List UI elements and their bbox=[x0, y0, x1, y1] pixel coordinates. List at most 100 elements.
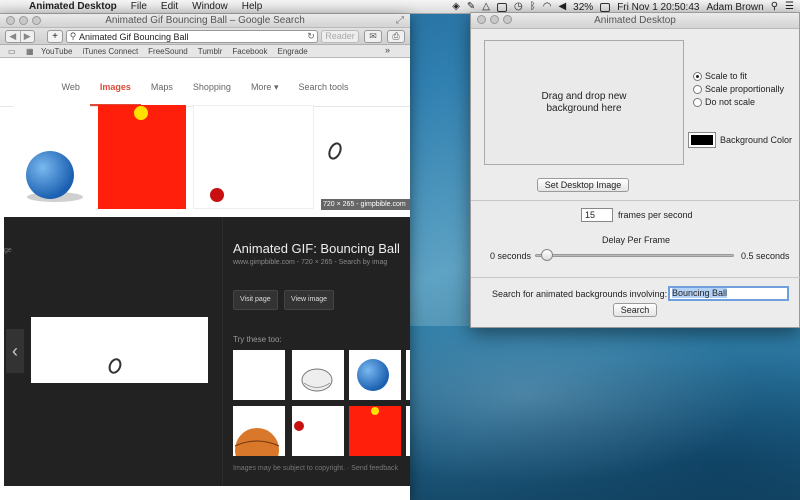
reading-list-icon[interactable]: ▭ bbox=[8, 47, 18, 56]
panel-divider bbox=[222, 217, 223, 486]
tab-more[interactable]: More ▾ bbox=[241, 72, 289, 106]
yellow-ball-small bbox=[371, 407, 379, 415]
image-result-red-yellow-ball[interactable] bbox=[98, 105, 186, 209]
menu-app-name[interactable]: Animated Desktop bbox=[22, 1, 124, 12]
view-image-button[interactable]: View image bbox=[284, 290, 335, 310]
menu-help[interactable]: Help bbox=[235, 1, 270, 12]
set-desktop-image-button[interactable]: Set Desktop Image bbox=[537, 178, 629, 192]
tab-search-tools[interactable]: Search tools bbox=[288, 72, 358, 106]
tab-maps[interactable]: Maps bbox=[141, 72, 183, 106]
red-ball-image bbox=[210, 188, 224, 202]
radio-scale-proportionally[interactable]: Scale proportionally bbox=[693, 83, 784, 95]
blue-ball-small bbox=[357, 359, 389, 391]
related-image-5[interactable] bbox=[233, 406, 285, 456]
search-button[interactable]: Search bbox=[613, 303, 657, 317]
radio-empty-icon bbox=[693, 97, 702, 107]
bookmark-freesound[interactable]: FreeSound bbox=[143, 47, 193, 56]
try-these-heading: Try these too: bbox=[233, 335, 282, 344]
search-prompt: Search for animated backgrounds involvin… bbox=[492, 289, 668, 299]
print-button[interactable]: ⎙ bbox=[387, 30, 405, 43]
yellow-ball-image bbox=[134, 106, 148, 120]
address-bar[interactable]: ⚲ Animated Gif Bouncing Ball ↻ bbox=[66, 30, 318, 43]
clock[interactable]: Fri Nov 1 20:50:43 bbox=[617, 2, 699, 13]
bookmark-youtube[interactable]: YouTube bbox=[36, 47, 77, 56]
window-icon[interactable] bbox=[497, 2, 507, 12]
radio-scale-to-fit[interactable]: Scale to fit bbox=[693, 70, 784, 82]
fps-label: frames per second bbox=[618, 210, 693, 220]
menu-file[interactable]: File bbox=[124, 1, 154, 12]
related-image-6[interactable] bbox=[292, 406, 344, 456]
previous-arrow-icon[interactable]: ‹ bbox=[6, 329, 24, 373]
preview-image[interactable] bbox=[31, 317, 208, 383]
delay-slider-knob[interactable] bbox=[540, 249, 553, 261]
search-field-text: Bouncing Ball bbox=[672, 288, 728, 298]
search-icon: ⚲ bbox=[69, 31, 77, 41]
radio-do-not-scale[interactable]: Do not scale bbox=[693, 96, 784, 108]
slider-min-label: 0 seconds bbox=[490, 251, 532, 261]
radio-label: Do not scale bbox=[705, 97, 756, 107]
bookmark-itunes-connect[interactable]: iTunes Connect bbox=[77, 47, 143, 56]
search-field[interactable]: Bouncing Ball bbox=[668, 286, 789, 301]
tab-images[interactable]: Images bbox=[89, 72, 141, 106]
image-result-gimpbible[interactable]: 720 × 265 - gimpbible.com bbox=[321, 114, 410, 210]
top-sites-icon[interactable]: ▦ bbox=[26, 47, 36, 56]
tab-web[interactable]: Web bbox=[52, 72, 90, 106]
app-window-title: Animated Desktop bbox=[594, 15, 676, 26]
back-button[interactable]: ◀ bbox=[6, 31, 21, 42]
battery-icon[interactable] bbox=[600, 2, 611, 12]
reload-icon[interactable]: ↻ bbox=[305, 31, 317, 42]
fullscreen-icon[interactable]: ⤢ bbox=[396, 15, 404, 26]
related-image-1[interactable] bbox=[233, 350, 285, 400]
related-image-8[interactable] bbox=[406, 406, 410, 456]
background-color-label: Background Color bbox=[720, 135, 793, 145]
browser-titlebar[interactable]: Animated Gif Bouncing Ball – Google Sear… bbox=[0, 14, 410, 28]
separator bbox=[471, 277, 800, 278]
background-color-well[interactable] bbox=[688, 132, 716, 148]
share-button[interactable]: ✉ bbox=[364, 30, 382, 43]
user-name[interactable]: Adam Brown bbox=[706, 2, 763, 13]
related-image-2[interactable] bbox=[292, 350, 344, 400]
wallpaper-ocean bbox=[410, 326, 800, 500]
thumb-caption: 720 × 265 - gimpbible.com bbox=[321, 199, 410, 210]
bookmark-engrade[interactable]: Engrade bbox=[273, 47, 313, 56]
bookmarks-bar: ▭ ▦ YouTube iTunes Connect FreeSound Tum… bbox=[0, 45, 410, 58]
cropped-text: ge bbox=[4, 247, 12, 254]
ring-ball-image bbox=[328, 142, 342, 160]
basketball-image bbox=[234, 428, 280, 456]
menu-window[interactable]: Window bbox=[185, 1, 235, 12]
battery-percent[interactable]: 32% bbox=[573, 2, 593, 13]
related-image-7[interactable] bbox=[349, 406, 401, 456]
color-swatch bbox=[691, 135, 713, 145]
radio-label: Scale proportionally bbox=[705, 84, 785, 94]
dropbox-icon[interactable]: ◈ bbox=[452, 1, 460, 13]
tab-shopping[interactable]: Shopping bbox=[183, 72, 241, 106]
browser-window-title: Animated Gif Bouncing Ball – Google Sear… bbox=[105, 15, 305, 26]
browser-toolbar: ◀ ▶ + ⚲ Animated Gif Bouncing Ball ↻ Rea… bbox=[0, 28, 410, 45]
visit-page-button[interactable]: Visit page bbox=[233, 290, 278, 310]
app-titlebar[interactable]: Animated Desktop bbox=[471, 13, 799, 29]
radio-selected-icon bbox=[693, 71, 702, 81]
address-text[interactable]: Animated Gif Bouncing Ball bbox=[79, 32, 305, 42]
bookmarks-overflow-icon[interactable]: » bbox=[385, 45, 390, 55]
menu-edit[interactable]: Edit bbox=[154, 1, 185, 12]
reader-button[interactable]: Reader bbox=[321, 30, 359, 43]
fps-field[interactable]: 15 bbox=[581, 208, 613, 222]
image-result-blue-ball[interactable] bbox=[13, 105, 90, 209]
delay-slider-track[interactable] bbox=[535, 254, 734, 257]
related-image-3[interactable] bbox=[349, 350, 401, 400]
radio-label: Scale to fit bbox=[705, 71, 748, 81]
forward-button[interactable]: ▶ bbox=[21, 31, 35, 42]
nav-buttons: ◀ ▶ bbox=[5, 30, 35, 43]
related-image-4[interactable] bbox=[406, 350, 410, 400]
preview-footer[interactable]: Images may be subject to copyright. · Se… bbox=[233, 465, 398, 472]
bookmark-facebook[interactable]: Facebook bbox=[227, 47, 272, 56]
preview-subtitle: www.gimpbible.com - 720 × 265 - Search b… bbox=[233, 259, 388, 266]
delay-label: Delay Per Frame bbox=[601, 235, 671, 245]
drop-zone[interactable]: Drag and drop new background here bbox=[484, 40, 684, 165]
image-result-red-ball[interactable] bbox=[193, 105, 314, 209]
preview-title[interactable]: Animated GIF: Bouncing Ball bbox=[233, 241, 400, 256]
safari-window: Animated Gif Bouncing Ball – Google Sear… bbox=[0, 14, 410, 500]
bookmark-tumblr[interactable]: Tumblr bbox=[193, 47, 228, 56]
add-bookmark-button[interactable]: + bbox=[47, 30, 63, 43]
separator bbox=[471, 200, 800, 201]
